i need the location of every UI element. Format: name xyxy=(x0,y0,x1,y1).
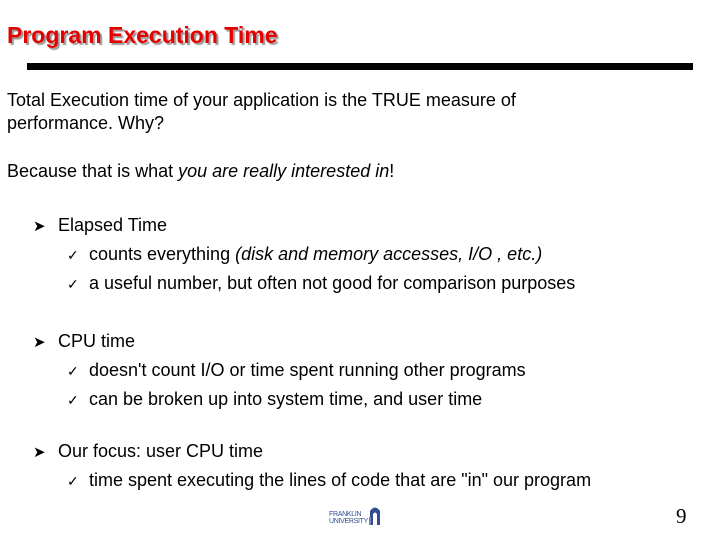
bullet-our-focus: ➤ Our focus: user CPU time xyxy=(33,440,263,464)
checkmark-icon: ✓ xyxy=(67,276,79,292)
bullet-cpu-time: ➤ CPU time xyxy=(33,330,135,354)
logo-wordmark: FRANKLIN UNIVERSITY xyxy=(329,511,368,525)
sub-bullet-text: counts everything xyxy=(89,244,236,264)
logo-arch-icon xyxy=(369,507,381,525)
checkmark-icon: ✓ xyxy=(67,247,79,263)
checkmark-icon: ✓ xyxy=(67,363,79,379)
arrow-bullet-icon: ➤ xyxy=(33,334,46,351)
intro-paragraph: Total Execution time of your application… xyxy=(7,89,516,135)
sub-bullet-text: doesn't count I/O or time spent running … xyxy=(89,360,526,380)
page-number: 9 xyxy=(676,504,687,528)
sub-bullet: ✓ time spent executing the lines of code … xyxy=(67,469,591,493)
bullet-label: Our focus: user CPU time xyxy=(58,441,264,461)
franklin-university-logo: FRANKLIN UNIVERSITY xyxy=(329,505,381,525)
because-prefix: Because that is what xyxy=(7,161,179,181)
intro-line-1: Total Execution time of your application… xyxy=(7,90,516,110)
because-emphasis: you are really interested in xyxy=(178,161,390,181)
bullet-label: CPU time xyxy=(58,331,136,351)
bullet-elapsed-time: ➤ Elapsed Time xyxy=(33,214,167,238)
title-underline-rule xyxy=(27,63,693,70)
because-suffix: ! xyxy=(389,161,395,181)
slide-title: Program Execution Time xyxy=(7,22,278,48)
arrow-bullet-icon: ➤ xyxy=(33,444,46,461)
sub-bullet: ✓ can be broken up into system time, and … xyxy=(67,388,482,412)
arrow-bullet-icon: ➤ xyxy=(33,218,46,235)
sub-bullet-emphasis: (disk and memory accesses, I/O , etc.) xyxy=(235,244,543,264)
sub-bullet: ✓ doesn't count I/O or time spent running… xyxy=(67,359,526,383)
logo-line-2: UNIVERSITY xyxy=(329,518,369,525)
logo-line-1: FRANKLIN xyxy=(329,511,362,518)
intro-line-2: performance. Why? xyxy=(7,113,165,133)
sub-bullet-text: a useful number, but often not good for … xyxy=(89,273,576,293)
sub-bullet-text: can be broken up into system time, and u… xyxy=(89,389,483,409)
bullet-label: Elapsed Time xyxy=(58,215,168,235)
sub-bullet-text: time spent executing the lines of code t… xyxy=(89,470,592,490)
checkmark-icon: ✓ xyxy=(67,473,79,489)
sub-bullet: ✓ a useful number, but often not good for… xyxy=(67,272,575,296)
because-paragraph: Because that is what you are really inte… xyxy=(7,160,394,183)
sub-bullet: ✓ counts everything (disk and memory acce… xyxy=(67,243,542,267)
checkmark-icon: ✓ xyxy=(67,392,79,408)
